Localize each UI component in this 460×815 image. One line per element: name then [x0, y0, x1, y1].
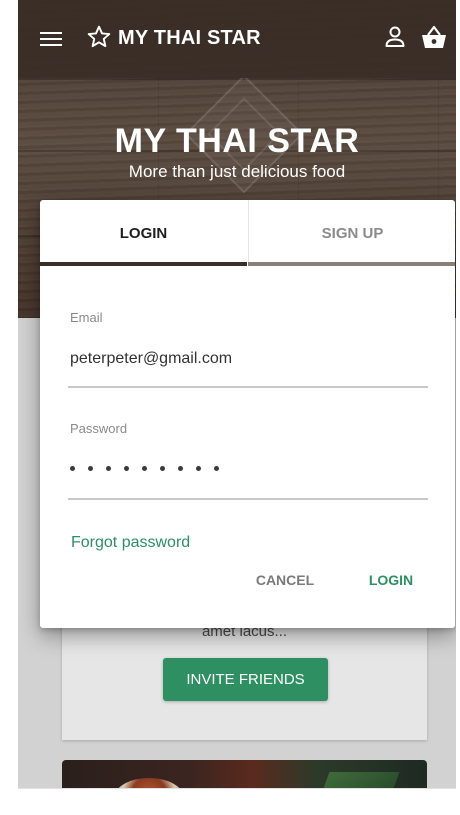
top-app-bar: MY THAI STAR [18, 0, 456, 78]
login-button[interactable]: LOGIN [350, 562, 432, 598]
forgot-password-link[interactable]: Forgot password [71, 534, 190, 552]
email-field[interactable] [68, 346, 432, 372]
app-screen: MY THAI STAR MY THAI STAR More than just… [18, 0, 456, 788]
bottom-divider [18, 788, 456, 789]
password-label: Password [70, 421, 128, 436]
email-label: Email [70, 310, 103, 325]
bottom-edge [0, 788, 460, 815]
dish-image-card[interactable] [62, 760, 427, 788]
basket-icon[interactable] [420, 24, 448, 50]
tab-sign-up[interactable]: SIGN UP [248, 200, 456, 266]
auth-tabs: LOGIN SIGN UP [40, 200, 455, 266]
user-icon[interactable] [384, 25, 406, 49]
email-underline [68, 386, 428, 388]
password-underline [68, 498, 428, 500]
star-icon [87, 25, 111, 48]
cancel-button[interactable]: CANCEL [237, 562, 333, 598]
hero-subtitle: More than just delicious food [128, 162, 346, 181]
dish-plate-image [114, 778, 184, 788]
menu-icon[interactable] [40, 30, 62, 48]
password-field[interactable] [70, 458, 219, 478]
tab-indicator-track [248, 262, 455, 266]
login-dialog: LOGIN SIGN UP Email Password Forgot pass… [40, 200, 455, 628]
hero-title: MY THAI STAR [114, 122, 360, 160]
invite-friends-button[interactable]: INVITE FRIENDS [163, 658, 328, 701]
app-brand-title[interactable]: MY THAI STAR [118, 27, 261, 50]
active-tab-indicator [40, 262, 247, 266]
banana-leaf-image [318, 772, 400, 788]
tab-login[interactable]: LOGIN [40, 200, 247, 266]
